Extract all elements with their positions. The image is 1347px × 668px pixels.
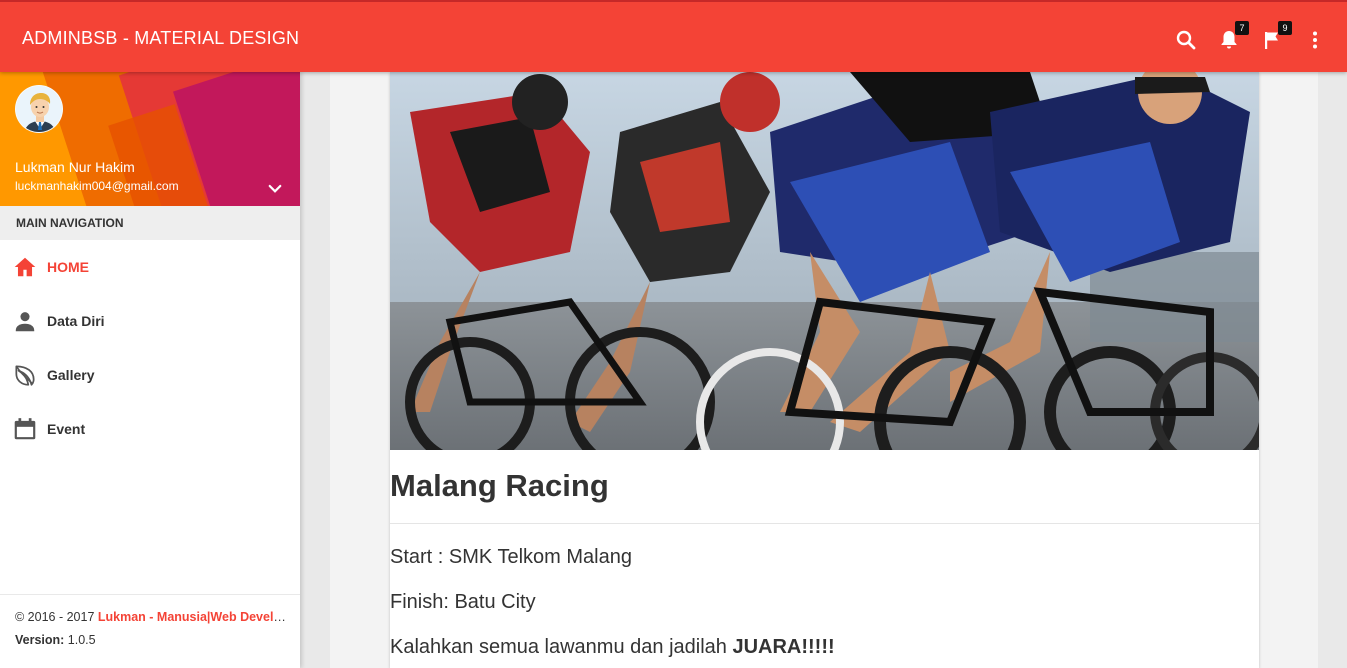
home-icon	[12, 254, 38, 280]
sidebar-item-label: Event	[47, 421, 86, 437]
version-value: 1.0.5	[64, 633, 96, 647]
event-finish: Finish: Batu City	[390, 591, 536, 613]
user-email: luckmanhakim004@gmail.com	[15, 179, 179, 193]
chevron-down-icon[interactable]	[266, 180, 284, 198]
slogan-bold: JUARA!!!!!	[732, 636, 835, 658]
leaf-icon	[12, 362, 38, 388]
slogan-text: Kalahkan semua lawanmu dan jadilah	[390, 636, 733, 658]
brand-title[interactable]: ADMINBSB - MATERIAL DESIGN	[22, 28, 299, 49]
hero-image-cyclists	[390, 72, 1259, 450]
notifications-bell-icon[interactable]: 7	[1217, 21, 1249, 52]
sidebar-item-data-diri[interactable]: Data Diri	[0, 294, 300, 348]
left-sidebar: Lukman Nur Hakim luckmanhakim004@gmail.c…	[0, 72, 300, 668]
copyright-text: © 2016 - 2017 Lukman - Manusia|Web Devel…	[15, 610, 287, 624]
sidebar-footer: © 2016 - 2017 Lukman - Manusia|Web Devel…	[0, 594, 300, 668]
main-navigation-header: MAIN NAVIGATION	[0, 206, 300, 240]
event-card: Malang Racing Start : SMK Telkom Malang …	[390, 72, 1259, 668]
flag-count-badge: 9	[1278, 21, 1292, 35]
event-start: Start : SMK Telkom Malang	[390, 546, 632, 568]
sidebar-item-event[interactable]: Event	[0, 402, 300, 456]
more-vert-icon[interactable]	[1303, 28, 1327, 52]
card-divider	[390, 523, 1259, 524]
sidebar-item-label: HOME	[47, 259, 89, 275]
sidebar-item-home[interactable]: HOME	[0, 240, 300, 294]
sidebar-item-label: Gallery	[47, 367, 95, 383]
person-icon	[12, 308, 38, 334]
copyright-prefix: © 2016 - 2017	[15, 610, 98, 624]
version-label: Version:	[15, 633, 65, 647]
flag-icon[interactable]: 9	[1260, 21, 1292, 52]
event-title: Malang Racing	[390, 468, 609, 503]
search-icon[interactable]	[1174, 28, 1198, 52]
user-avatar[interactable]	[15, 85, 63, 133]
user-info-panel: Lukman Nur Hakim luckmanhakim004@gmail.c…	[0, 72, 300, 206]
sidebar-item-label: Data Diri	[47, 313, 105, 329]
notification-count-badge: 7	[1235, 21, 1249, 35]
event-slogan: Kalahkan semua lawanmu dan jadilah JUARA…	[390, 636, 835, 659]
sidebar-item-gallery[interactable]: Gallery	[0, 348, 300, 402]
author-link[interactable]: Lukman - Manusia|Web Developer	[98, 610, 287, 624]
user-name: Lukman Nur Hakim	[15, 159, 135, 175]
version-text: Version: 1.0.5	[15, 633, 285, 647]
calendar-icon	[12, 416, 38, 442]
top-navbar: ADMINBSB - MATERIAL DESIGN 7 9	[0, 0, 1347, 72]
